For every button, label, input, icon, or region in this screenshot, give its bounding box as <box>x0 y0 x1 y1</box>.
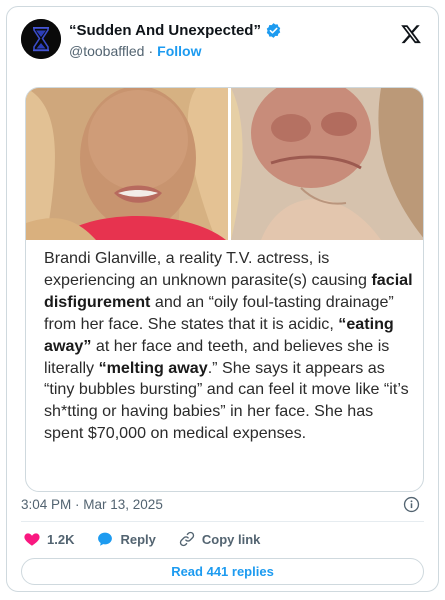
like-button[interactable]: 1.2K <box>23 530 74 548</box>
read-replies-button[interactable]: Read 441 replies <box>21 558 424 585</box>
display-name[interactable]: “Sudden And Unexpected” <box>69 22 261 39</box>
divider <box>21 521 424 522</box>
before-photo <box>26 88 228 240</box>
reply-label: Reply <box>120 531 156 547</box>
woman-face-before-image <box>26 88 228 240</box>
user-handle[interactable]: @toobaffled <box>69 43 144 59</box>
avatar[interactable] <box>21 19 61 59</box>
read-replies-label: Read 441 replies <box>171 564 274 579</box>
caption-segment: Brandi Glanville, a reality T.V. actress… <box>44 249 372 289</box>
like-count: 1.2K <box>47 531 75 547</box>
follow-button[interactable]: Follow <box>157 43 201 59</box>
woman-face-after-image <box>231 88 423 240</box>
timestamp[interactable]: 3:04 PM · Mar 13, 2025 <box>21 497 163 512</box>
x-logo-icon[interactable] <box>400 23 422 45</box>
timestamp-text[interactable]: 3:04 PM · Mar 13, 2025 <box>21 497 163 512</box>
tweet-media[interactable]: Brandi Glanville, a reality T.V. actress… <box>25 87 424 492</box>
image-caption-text: Brandi Glanville, a reality T.V. actress… <box>44 248 416 445</box>
copy-link-button[interactable]: Copy link <box>178 530 261 548</box>
verified-badge-icon <box>266 23 281 38</box>
copy-link-label: Copy link <box>201 531 261 547</box>
link-icon <box>179 531 195 547</box>
after-photo <box>231 88 423 240</box>
caption-bold-segment: “melting away <box>98 358 208 377</box>
handle-row: @toobaffled · Follow <box>69 43 201 59</box>
separator-dot: · <box>148 43 154 59</box>
action-bar: 1.2K Reply Copy link <box>23 530 282 548</box>
heart-icon <box>24 533 40 546</box>
hourglass-avatar-icon <box>21 19 61 59</box>
tweet-card: “Sudden And Unexpected” @toobaffled · Fo… <box>6 6 439 592</box>
reply-bubble-icon <box>98 532 113 546</box>
name-row: “Sudden And Unexpected” <box>69 22 282 39</box>
reply-button[interactable]: Reply <box>96 530 156 548</box>
info-icon[interactable] <box>403 496 420 513</box>
